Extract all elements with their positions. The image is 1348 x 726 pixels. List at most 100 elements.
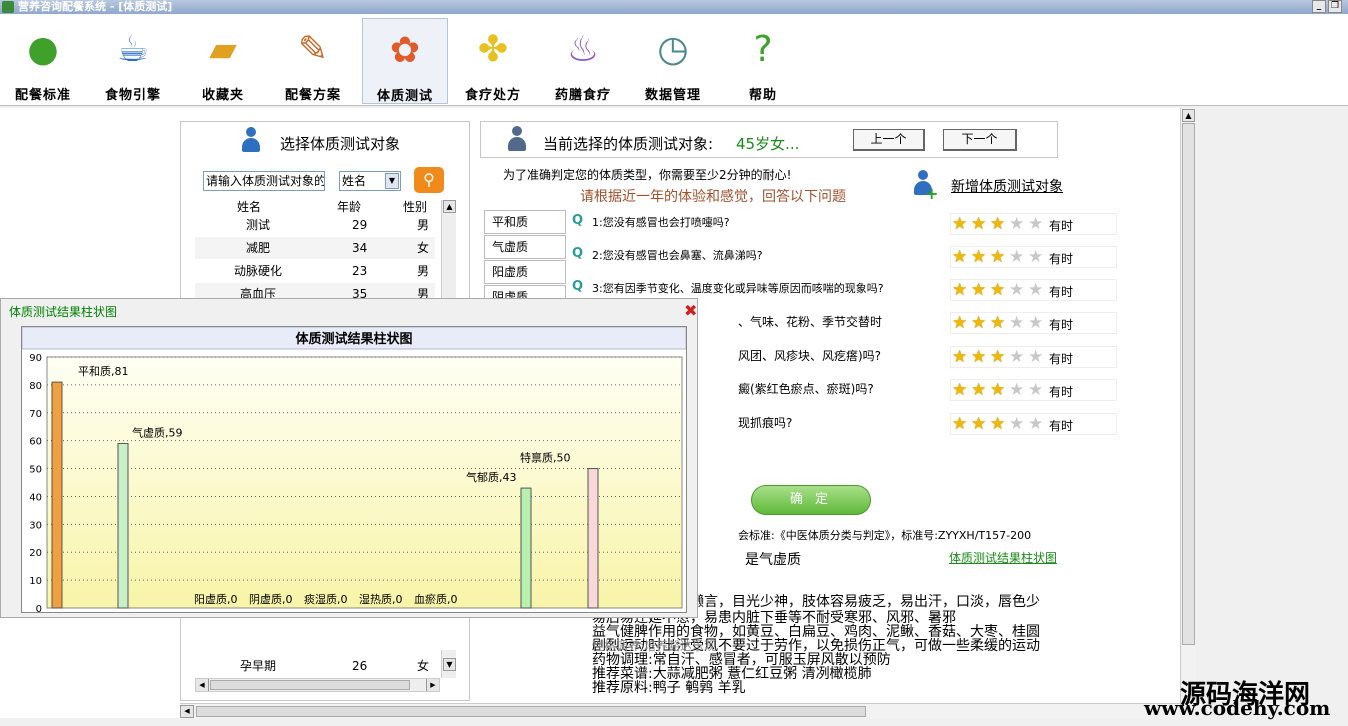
star-icon[interactable]: ★ [990,281,1005,299]
database-icon: ◷ [657,29,689,70]
toolbar-button-2[interactable]: ☕ 食物引擎 [90,18,176,104]
star-icon[interactable]: ★ [971,314,986,332]
star-icon[interactable]: ★ [971,215,986,233]
star-icon[interactable]: ★ [1028,381,1043,399]
star-icon[interactable]: ★ [1028,281,1043,299]
sort-field-select[interactable]: 姓名 ▼ [339,171,401,191]
main-vscrollbar[interactable]: ▲ [1180,108,1196,705]
main-hscrollbar[interactable]: ◀ [180,703,1180,719]
scroll-up-arrow-icon[interactable]: ▲ [443,200,456,213]
star-rating[interactable]: ★ ★ ★ ★ ★ 有时 [950,346,1117,368]
window-title: 营养咨询配餐系统 - [体质测试] [18,0,173,13]
star-icon[interactable]: ★ [971,281,986,299]
toolbar-button-1[interactable]: ● 配餐标准 [0,18,86,104]
star-icon[interactable]: ★ [1009,215,1024,233]
star-icon[interactable]: ★ [990,248,1005,266]
star-icon[interactable]: ★ [1009,348,1024,366]
star-icon[interactable]: ★ [1028,314,1043,332]
star-icon[interactable]: ★ [1028,248,1043,266]
star-icon[interactable]: ★ [990,314,1005,332]
tab-constitution-3[interactable]: 阳虚质 [484,260,566,284]
star-rating[interactable]: ★ ★ ★ ★ ★ 有时 [950,213,1117,235]
toolbar-button-label: 配餐标准 [14,88,71,103]
table-row[interactable]: 减肥 34 女 [195,237,435,259]
bar-9 [587,468,599,609]
confirm-button[interactable]: 确 定 [751,485,871,515]
bar-1 [51,381,63,609]
star-icon[interactable]: ★ [1028,415,1043,433]
star-icon[interactable]: ★ [990,215,1005,233]
chart-link[interactable]: 体质测试结果柱状图 [949,549,1057,566]
star-icon[interactable]: ★ [971,248,986,266]
cell-age: 23 [352,264,368,278]
y-tick-label: 40 [29,492,42,503]
star-icon[interactable]: ★ [1009,415,1024,433]
subject-list-scrollbar-bottom[interactable]: ▼ [441,650,456,678]
cell-gender: 女 [417,241,430,255]
tab-constitution-2[interactable]: 气虚质 [484,235,566,259]
scroll-left-arrow-icon[interactable]: ◀ [196,679,209,691]
minimize-button[interactable]: _ [1312,0,1326,13]
star-icon[interactable]: ★ [952,314,967,332]
add-subject-link[interactable]: 新增体质测试对象 [951,176,1063,196]
answer-label: 有时 [1049,318,1074,332]
star-icon[interactable]: ★ [990,415,1005,433]
star-icon[interactable]: ★ [971,381,986,399]
star-icon[interactable]: ★ [1028,215,1043,233]
main-toolbar: ● 配餐标准 ☕ 食物引擎 ▰ 收藏夹 ✎ 配餐方案 ✿ 体质测试 ✤ 食疗处方 ♨ 药膳食疗 ◷ 数据管理?… [0,14,1348,106]
star-icon[interactable]: ★ [1009,248,1024,266]
star-icon[interactable]: ★ [1028,348,1043,366]
toolbar-button-7[interactable]: ♨ 药膳食疗 [540,18,626,104]
hscroll-thumb[interactable] [196,706,866,717]
restore-button[interactable]: ❐ [1328,0,1342,13]
star-icon[interactable]: ★ [1009,314,1024,332]
toolbar-button-3[interactable]: ▰ 收藏夹 [180,18,266,104]
close-icon[interactable]: ✖ [684,301,697,320]
toolbar-button-6[interactable]: ✤ 食疗处方 [450,18,536,104]
chevron-down-icon[interactable]: ▼ [385,173,399,189]
search-button[interactable]: ⚲ [414,167,444,193]
tab-constitution-1[interactable]: 平和质 [484,210,566,234]
star-icon[interactable]: ★ [952,215,967,233]
table-row[interactable]: 测试 29 男 [195,214,435,236]
teapot-icon: ♨ [566,29,600,70]
toolbar-button-8[interactable]: ◷ 数据管理 [630,18,716,104]
star-icon[interactable]: ★ [952,281,967,299]
toolbar-button-5[interactable]: ✿ 体质测试 [362,18,448,104]
star-rating[interactable]: ★ ★ ★ ★ ★ 有时 [950,279,1117,301]
toolbar-button-label: 食物引擎 [104,88,161,103]
subject-list-scrollbar[interactable]: ▲ [441,200,456,300]
star-icon[interactable]: ★ [971,348,986,366]
star-rating[interactable]: ★ ★ ★ ★ ★ 有时 [950,312,1117,334]
scroll-down-arrow-icon[interactable]: ▼ [443,658,456,671]
star-icon[interactable]: ★ [971,415,986,433]
star-rating[interactable]: ★ ★ ★ ★ ★ 有时 [950,413,1117,435]
star-icon[interactable]: ★ [952,415,967,433]
star-icon[interactable]: ★ [990,348,1005,366]
star-icon[interactable]: ★ [990,381,1005,399]
star-rating[interactable]: ★ ★ ★ ★ ★ 有时 [950,246,1117,268]
scroll-up-arrow-icon[interactable]: ▲ [1182,109,1195,122]
star-icon[interactable]: ★ [1009,381,1024,399]
table-row[interactable]: 动脉硬化 23 男 [195,260,435,282]
star-icon[interactable]: ★ [952,348,967,366]
toolbar-button-label: 帮助 [748,88,777,103]
scroll-left-arrow-icon[interactable]: ◀ [180,705,194,718]
question-text: 、气味、花粉、季节交替时 [738,315,883,329]
star-icon[interactable]: ★ [1009,281,1024,299]
table-row[interactable]: 孕早期 26 女 [195,655,435,677]
vscroll-thumb[interactable] [1182,123,1195,645]
star-rating[interactable]: ★ ★ ★ ★ ★ 有时 [950,379,1117,401]
next-button[interactable]: 下一个 [943,129,1017,151]
star-icon[interactable]: ★ [952,248,967,266]
plot-area [46,356,683,609]
scroll-right-arrow-icon[interactable]: ▶ [426,679,439,691]
previous-button[interactable]: 上一个 [853,129,925,151]
subject-search-input[interactable]: 请输入体质测试对象的 [203,171,325,191]
hscroll-thumb[interactable] [210,680,410,690]
subject-list-hscrollbar[interactable]: ◀ ▶ [195,678,440,692]
star-icon[interactable]: ★ [952,381,967,399]
toolbar-button-4[interactable]: ✎ 配餐方案 [270,18,356,104]
folder-icon: ▰ [209,29,237,70]
toolbar-button-9[interactable]: ? 帮助 [720,18,806,104]
